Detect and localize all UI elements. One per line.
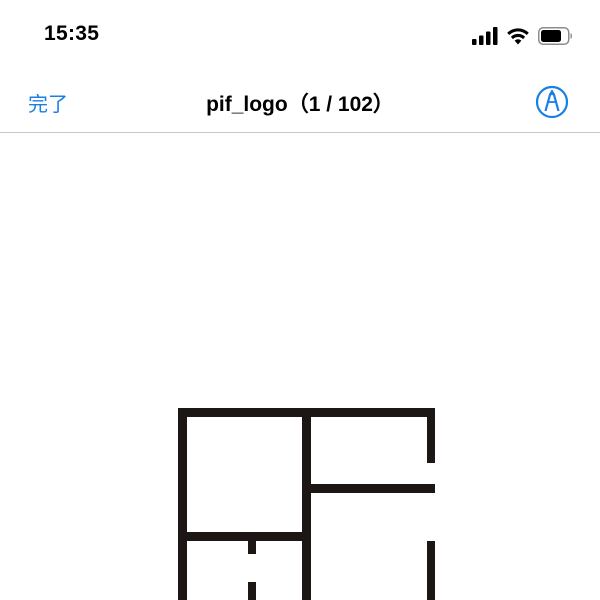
document-title: pif_logo（1 / 102） bbox=[206, 93, 394, 116]
document-preview[interactable] bbox=[0, 133, 600, 600]
quick-look-screen: 15:35 完了 pif_logo（1 / 102） bbox=[0, 0, 600, 600]
status-time: 15:35 bbox=[44, 22, 100, 45]
markup-pen-icon[interactable] bbox=[534, 84, 570, 120]
status-icons bbox=[472, 26, 574, 46]
battery-icon bbox=[538, 27, 574, 45]
status-bar: 15:35 bbox=[0, 0, 600, 72]
pif-logo-image bbox=[178, 408, 435, 600]
wifi-icon bbox=[506, 27, 530, 45]
cellular-signal-icon bbox=[472, 27, 498, 45]
nav-bar: 完了 pif_logo（1 / 102） bbox=[0, 72, 600, 133]
